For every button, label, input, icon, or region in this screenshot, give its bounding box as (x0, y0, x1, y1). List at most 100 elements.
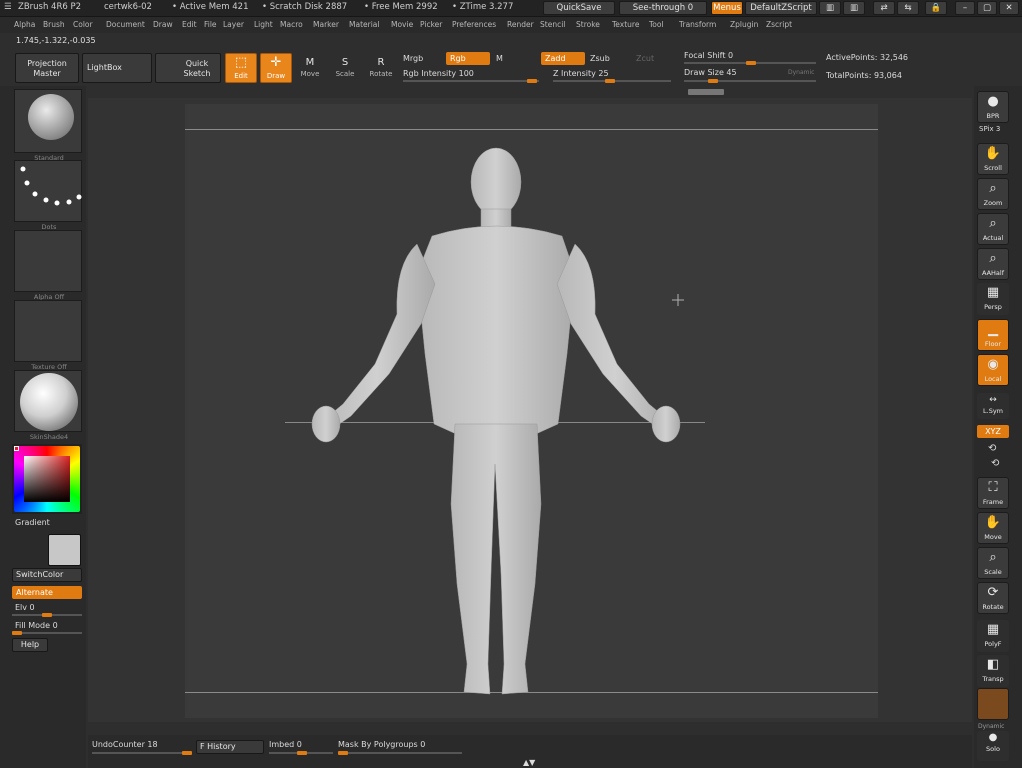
local-button[interactable]: ◉ Local (977, 354, 1009, 386)
draw-button[interactable]: ✛ Draw (260, 53, 292, 83)
color-picker[interactable] (12, 444, 82, 514)
document-canvas[interactable] (185, 104, 878, 718)
menu-stencil[interactable]: Stencil (540, 20, 565, 29)
solo-button[interactable]: ● Solo (977, 731, 1009, 761)
menu-preferences[interactable]: Preferences (452, 20, 496, 29)
mask-by-polygroups-slider[interactable]: Mask By Polygroups 0 (338, 740, 425, 749)
frame-button[interactable]: ⛶ Frame (977, 477, 1009, 509)
maximize-icon[interactable]: ▢ (977, 1, 997, 15)
bottom-tray-arrow-icon[interactable]: ▲▼ (523, 758, 535, 767)
menu-picker[interactable]: Picker (420, 20, 442, 29)
rgb-intensity-slider[interactable]: Rgb Intensity 100 (403, 69, 474, 78)
lsym-button[interactable]: ↔ L.Sym (977, 393, 1009, 419)
menu-texture[interactable]: Texture (612, 20, 639, 29)
mrgb-button[interactable]: Mrgb (403, 54, 423, 63)
scroll-button[interactable]: ✋ Scroll (977, 143, 1009, 175)
menu-edit[interactable]: Edit (182, 20, 197, 29)
move-button[interactable]: M Move (296, 55, 324, 81)
xyz-button[interactable]: XYZ (977, 425, 1009, 438)
menu-macro[interactable]: Macro (280, 20, 303, 29)
rotate-z-icon[interactable]: ⟲ (991, 458, 999, 469)
zsub-button[interactable]: Zsub (590, 54, 610, 63)
quick-sketch-button[interactable]: Quick Sketch (155, 53, 221, 83)
alternate-button[interactable]: Alternate (12, 586, 82, 599)
menu-tool[interactable]: Tool (649, 20, 664, 29)
menu-layer[interactable]: Layer (223, 20, 244, 29)
elv-track[interactable] (12, 613, 82, 617)
rotate-y-icon[interactable]: ⟲ (988, 443, 996, 454)
gradient-label[interactable]: Gradient (15, 518, 50, 527)
focal-shift-slider[interactable]: Focal Shift 0 (684, 51, 733, 60)
menu-zplugin[interactable]: Zplugin (730, 20, 758, 29)
close-icon[interactable]: ✕ (999, 1, 1019, 15)
menu-light[interactable]: Light (254, 20, 273, 29)
imbed-track[interactable] (269, 751, 333, 755)
menu-transform[interactable]: Transform (679, 20, 716, 29)
menu-draw[interactable]: Draw (153, 20, 173, 29)
transp-button[interactable]: ◧ Transp (977, 655, 1009, 687)
menu-render[interactable]: Render (507, 20, 534, 29)
menu-file[interactable]: File (204, 20, 217, 29)
elv-slider[interactable]: Elv 0 (15, 603, 35, 612)
projection-master-button[interactable]: Projection Master (15, 53, 79, 83)
main-color-swatch[interactable] (14, 446, 19, 451)
menu-brush[interactable]: Brush (43, 20, 65, 29)
mask-by-polygroups-track[interactable] (338, 751, 462, 755)
rotate-button[interactable]: R Rotate (367, 55, 395, 81)
dynamic-toggle[interactable]: Dynamic (788, 69, 814, 76)
floor-button[interactable]: ▁ Floor (977, 319, 1009, 351)
bpr-button[interactable]: ● BPR (977, 91, 1009, 123)
menu-marker[interactable]: Marker (313, 20, 339, 29)
rgb-intensity-track[interactable] (403, 79, 539, 83)
rgb-button[interactable]: Rgb (446, 52, 490, 65)
menu-material[interactable]: Material (349, 20, 379, 29)
switch-color-button[interactable]: SwitchColor (12, 568, 82, 582)
rotate-view-button[interactable]: ⟳ Rotate (977, 582, 1009, 614)
viewport-scrollbar[interactable] (688, 89, 724, 95)
imbed-slider[interactable]: Imbed 0 (269, 740, 302, 749)
scale-button[interactable]: S Scale (331, 55, 359, 81)
stroke-thumbnail[interactable]: Dots (14, 160, 82, 231)
m-button[interactable]: M (496, 54, 503, 63)
draw-size-slider[interactable]: Draw Size 45 (684, 68, 737, 77)
polyf-button[interactable]: ▦ PolyF (977, 620, 1009, 652)
color-square[interactable] (24, 456, 70, 502)
menu-color[interactable]: Color (73, 20, 93, 29)
human-figure-model[interactable] (185, 104, 878, 718)
menus-button[interactable]: Menus (711, 1, 743, 15)
fill-mode-slider[interactable]: Fill Mode 0 (15, 621, 58, 630)
menu-stroke[interactable]: Stroke (576, 20, 600, 29)
spix-slider[interactable]: SPix 3 (979, 125, 1000, 133)
history-button[interactable]: F History (196, 740, 264, 754)
draw-size-track[interactable] (684, 79, 816, 83)
aahalf-button[interactable]: ⌕ AAHalf (977, 248, 1009, 280)
z-intensity-slider[interactable]: Z Intensity 25 (553, 69, 609, 78)
ghost-button[interactable] (977, 688, 1009, 720)
undo-track[interactable] (92, 751, 192, 755)
zadd-button[interactable]: Zadd (541, 52, 585, 65)
brush-thumbnail[interactable]: Standard (14, 89, 82, 162)
help-button[interactable]: Help (12, 638, 48, 652)
move-view-button[interactable]: ✋ Move (977, 512, 1009, 544)
undo-counter[interactable]: UndoCounter 18 (92, 740, 158, 749)
quicksave-button[interactable]: QuickSave (543, 1, 615, 15)
minimize-icon[interactable]: – (955, 1, 975, 15)
lightbox-button[interactable]: LightBox (82, 53, 152, 83)
lock-icon[interactable]: 🔒 (925, 1, 947, 15)
zoom-button[interactable]: ⌕ Zoom (977, 178, 1009, 210)
menu-document[interactable]: Document (106, 20, 145, 29)
fill-mode-track[interactable] (12, 631, 82, 635)
actual-button[interactable]: ⌕ Actual (977, 213, 1009, 245)
layout2-icon[interactable]: ▥ (843, 1, 865, 15)
edit-button[interactable]: ⬚ Edit (225, 53, 257, 83)
toggle-icon[interactable]: ⇆ (897, 1, 919, 15)
zcut-button[interactable]: Zcut (636, 54, 654, 63)
texture-thumbnail[interactable]: Texture Off (14, 300, 82, 371)
swap-icon[interactable]: ⇄ (873, 1, 895, 15)
menu-alpha[interactable]: Alpha (14, 20, 35, 29)
scale-view-button[interactable]: ⌕ Scale (977, 547, 1009, 579)
see-through-slider[interactable]: See-through 0 (619, 1, 707, 15)
menu-movie[interactable]: Movie (391, 20, 413, 29)
z-intensity-track[interactable] (553, 79, 671, 83)
alpha-thumbnail[interactable]: Alpha Off (14, 230, 82, 301)
